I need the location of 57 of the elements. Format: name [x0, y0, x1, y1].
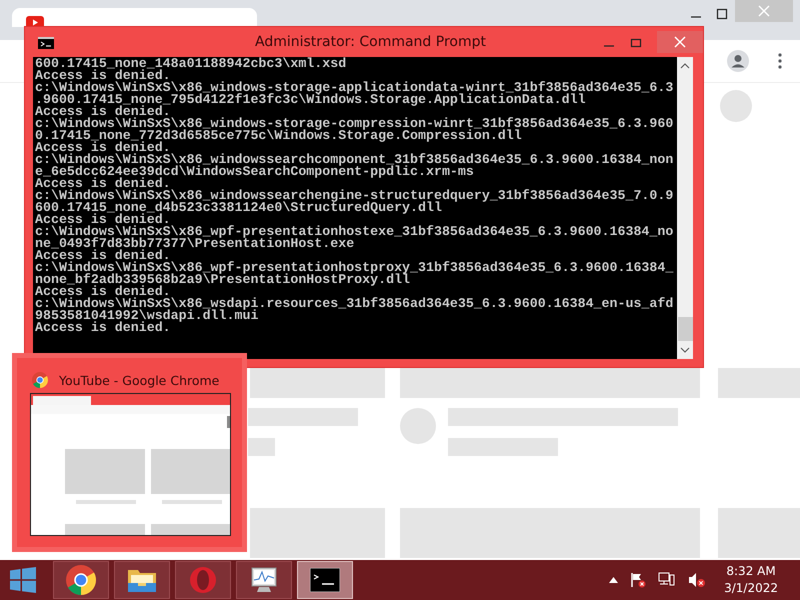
window-title: YouTube - Google Chrome [59, 372, 220, 388]
avatar-placeholder [720, 90, 752, 122]
console-line: e_6e5dcc624ee39dcd\WindowsSearchComponent-ppdlic.xrm-ms [35, 166, 474, 178]
taskbar-app-button[interactable] [236, 561, 292, 599]
profile-icon[interactable] [727, 50, 749, 72]
avatar-placeholder [400, 408, 436, 444]
network-icon[interactable] [658, 572, 676, 588]
window-preview-drawing[interactable] [30, 393, 231, 536]
scroll-up-icon[interactable] [680, 63, 690, 69]
windows-logo-icon[interactable] [10, 567, 36, 593]
console-line: c:\Windows\WinSxS\x86_windows-storage-applicationdata-winrt_31bf3856ad364e35_6.3 [35, 82, 674, 94]
menu-icon[interactable] [778, 53, 782, 69]
opera-logo-icon [189, 566, 217, 594]
console-line: 0.17415_none_772d3d6585ce775c\Windows.Storage.Compression.dll [35, 130, 522, 142]
console-line: Access is denied. [35, 142, 171, 154]
console-line: Access is denied. [35, 214, 171, 226]
console-line: c:\Windows\WinSxS\x86_wpf-presentationhostproxy_31bf3856ad364e35_6.3.9600.16384_ [35, 262, 674, 274]
scrollbar[interactable] [677, 57, 693, 359]
window-title: Administrator: Command Prompt [255, 34, 486, 50]
console-line: c:\Windows\WinSxS\x86_wsdapi.resources_31bf3856ad364e35_6.3.9600.16384_en-us_afd [35, 298, 674, 310]
close-button[interactable] [657, 31, 703, 53]
console-line: Access is denied. [35, 70, 171, 82]
taskbar-app-button[interactable] [114, 561, 170, 599]
taskbar-app-button[interactable] [53, 561, 109, 599]
maximize-icon[interactable] [716, 8, 728, 20]
console-line: none_bf2adb339568b2a9\PresentationHostProxy.dll [35, 274, 410, 286]
close-icon [674, 36, 686, 48]
console-line: c:\Windows\WinSxS\x86_windows-storage-compression-winrt_31bf3856ad364e35_6.3.960 [35, 118, 674, 130]
browser-tab[interactable] [12, 8, 257, 27]
console-line: .9600.17415_none_795d4122f1e3fc3c\Windows.Storage.ApplicationData.dll [35, 94, 586, 106]
console-icon [38, 37, 54, 49]
taskbar-app-button[interactable] [297, 561, 353, 599]
scroll-thumb[interactable] [678, 317, 692, 341]
console-line: 600.17415_none_d4b523c3381124e0\StructuredQuery.dll [35, 202, 442, 214]
close-icon [758, 5, 770, 17]
chrome-logo-icon [32, 372, 48, 388]
console-line: ne_0493f7d83bb77377\PresentationHost.exe [35, 238, 354, 250]
text-placeholder [248, 438, 275, 456]
console-line: Access is denied. [35, 250, 171, 262]
console-line: 9853581041992\wsdapi.dll.mui [35, 310, 258, 322]
clock-time[interactable]: 8:32 AM [726, 563, 776, 580]
console-line: Access is denied. [35, 322, 171, 334]
flag-error-icon[interactable] [630, 572, 646, 588]
console-line: c:\Windows\WinSxS\x86_windowssearchcomponent_31bf3856ad364e35_6.3.9600.16384_non [35, 154, 674, 166]
console-line: c:\Windows\WinSxS\x86_wpf-presentationhostexe_31bf3856ad364e35_6.3.9600.16384_no [35, 226, 674, 238]
caret-up-icon[interactable] [609, 577, 618, 583]
monitor-chart-icon [249, 566, 279, 594]
console-line: c:\Windows\WinSxS\x86_windowssearchengine-structuredquery_31bf3856ad364e35_7.0.9 [35, 190, 674, 202]
clock-date[interactable]: 3/1/2022 [724, 580, 778, 597]
console-line: Access is denied. [35, 286, 171, 298]
console-icon [310, 568, 340, 592]
volume-muted-icon[interactable] [688, 572, 706, 588]
chrome-logo-icon [66, 565, 96, 595]
console-line: 600.17415_none_148a01188942cbc3\xml.xsd [35, 58, 348, 70]
console-line: Access is denied. [35, 106, 171, 118]
scroll-down-icon[interactable] [680, 347, 690, 353]
console-line: Access is denied. [35, 178, 171, 190]
